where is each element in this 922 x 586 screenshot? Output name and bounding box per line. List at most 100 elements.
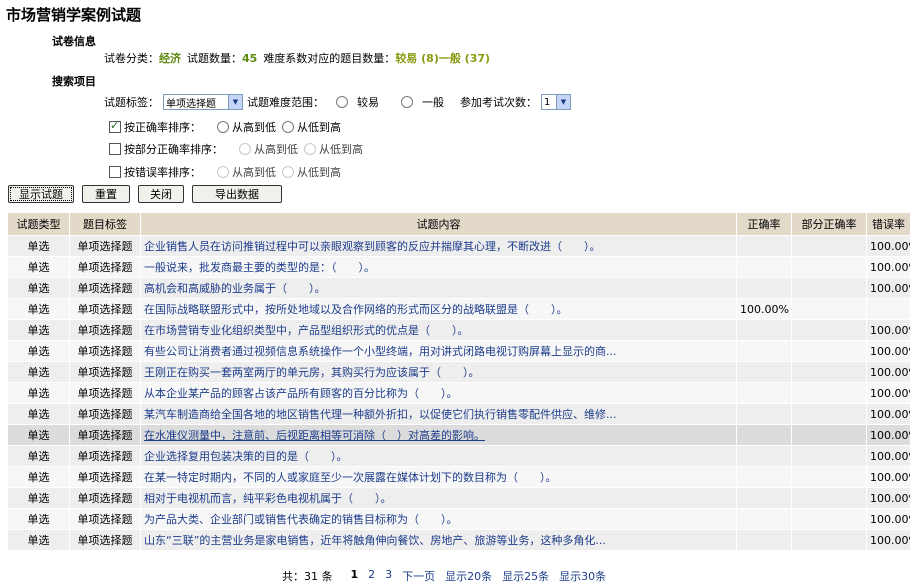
- wrong-high-low-radio[interactable]: [217, 166, 229, 178]
- cell-partial: [791, 319, 867, 341]
- cell-tag: 单项选择题: [69, 382, 141, 404]
- wrong-low-high-label: 从低到高: [297, 166, 341, 179]
- close-button[interactable]: 关闭: [138, 185, 184, 203]
- header-correct[interactable]: 正确率: [736, 212, 792, 236]
- cell-tag: 单项选择题: [69, 424, 141, 446]
- cell-content-link[interactable]: 某汽车制造商给全国各地的地区销售代理一种额外折扣，以促使它们执行销售零配件供应、…: [140, 403, 737, 425]
- partial-high-low-radio[interactable]: [239, 143, 251, 155]
- cell-content-link[interactable]: 山东“三联”的主营业务是家电销售，近年将触角伸向餐饮、房地产、旅游等业务，这种多…: [140, 529, 737, 551]
- sort-wrong-label: 按错误率排序：: [124, 166, 201, 179]
- count-value: 45: [242, 51, 258, 65]
- pagination: 共：31 条 1 2 3 下一页 显示20条 显示25条 显示30条: [282, 568, 616, 584]
- cell-tag: 单项选择题: [69, 235, 141, 257]
- partial-low-high-radio[interactable]: [304, 143, 316, 155]
- sort-partial-checkbox[interactable]: [109, 143, 121, 155]
- cell-wrong: 100.00%: [866, 424, 911, 446]
- cell-content-link[interactable]: 从本企业某产品的顾客占该产品所有顾客的百分比称为（ ）。: [140, 382, 737, 404]
- difficulty-value: 较易 (8)一般 (37): [395, 52, 491, 65]
- cell-partial: [791, 466, 867, 488]
- table-row: 单选 单项选择题 某汽车制造商给全国各地的地区销售代理一种额外折扣，以促使它们执…: [7, 403, 911, 425]
- attempts-select-value: 1: [544, 96, 551, 108]
- table-row: 单选 单项选择题 山东“三联”的主营业务是家电销售，近年将触角伸向餐饮、房地产、…: [7, 529, 911, 551]
- cell-correct: [736, 256, 792, 278]
- table-header-row: 试题类型 题目标签 试题内容 正确率 部分正确率 错误率: [7, 212, 911, 236]
- cell-content-link[interactable]: 在某一特定时期内，不同的人或家庭至少一次展露在媒体计划下的数目称为（ ）。: [140, 466, 737, 488]
- page-1-current: 1: [350, 568, 359, 581]
- cell-partial: [791, 508, 867, 530]
- cell-wrong: 100.00%: [866, 529, 911, 551]
- cell-tag: 单项选择题: [69, 298, 141, 320]
- reset-button[interactable]: 重置: [82, 185, 130, 203]
- next-page-link[interactable]: 下一页: [402, 568, 435, 584]
- sort-partial-label: 按部分正确率排序：: [124, 143, 223, 156]
- page-3-link[interactable]: 3: [385, 568, 392, 584]
- cell-content-link[interactable]: 企业销售人员在访问推销过程中可以亲眼观察到顾客的反应并揣摩其心理，不断改进（ ）…: [140, 235, 737, 257]
- cell-partial: [791, 445, 867, 467]
- cell-partial: [791, 424, 867, 446]
- cell-content-link[interactable]: 高机会和高威胁的业务属于（ ）。: [140, 277, 737, 299]
- cell-content-link[interactable]: 在国际战略联盟形式中，按所处地域以及合作网络的形式而区分的战略联盟是（ ）。: [140, 298, 737, 320]
- correct-high-low-label: 从高到低: [232, 121, 276, 134]
- easy-label: 较易: [357, 96, 379, 109]
- cell-correct: [736, 424, 792, 446]
- page-2-link[interactable]: 2: [368, 568, 375, 584]
- sort-wrong-checkbox[interactable]: [109, 166, 121, 178]
- sort-correct-checkbox[interactable]: [109, 119, 121, 133]
- cell-wrong: 100.00%: [866, 340, 911, 362]
- header-partial[interactable]: 部分正确率: [791, 212, 867, 236]
- cell-partial: [791, 235, 867, 257]
- cell-type: 单选: [7, 466, 70, 488]
- show-25-link[interactable]: 显示25条: [502, 568, 549, 584]
- total-count: 共：31 条: [282, 570, 333, 583]
- cell-content-link[interactable]: 为产品大类、企业部门或销售代表确定的销售目标称为（ ）。: [140, 508, 737, 530]
- cell-tag: 单项选择题: [69, 529, 141, 551]
- correct-high-low-radio[interactable]: [217, 121, 229, 133]
- header-wrong[interactable]: 错误率: [866, 212, 911, 236]
- cell-content-link[interactable]: 企业选择复用包装决策的目的是（ ）。: [140, 445, 737, 467]
- show-30-link[interactable]: 显示30条: [559, 568, 606, 584]
- cell-wrong: 100.00%: [866, 382, 911, 404]
- cell-partial: [791, 340, 867, 362]
- tag-select[interactable]: 单项选择题 ▼: [163, 94, 243, 110]
- cell-content-link[interactable]: 王刚正在购买一套两室两厅的单元房，其购买行为应该属于（ ）。: [140, 361, 737, 383]
- header-tag[interactable]: 题目标签: [69, 212, 141, 236]
- exam-info-line: 试卷分类： 经济 试题数量： 45 难度系数对应的题目数量： 较易 (8)一般 …: [104, 50, 490, 66]
- cell-correct: [736, 361, 792, 383]
- header-content[interactable]: 试题内容: [140, 212, 737, 236]
- table-row: 单选 单项选择题 高机会和高威胁的业务属于（ ）。 100.00%: [7, 277, 911, 299]
- cell-tag: 单项选择题: [69, 466, 141, 488]
- cell-content-link[interactable]: 在水准仪测量中，注意前、后视距离相等可消除（ ）对高差的影响。: [140, 424, 737, 446]
- cell-correct: [736, 487, 792, 509]
- cell-correct: 100.00%: [736, 298, 792, 320]
- cell-content-link[interactable]: 有些公司让消费者通过视频信息系统操作一个小型终端，用对讲式闭路电视订购屏幕上显示…: [140, 340, 737, 362]
- category-value: 经济: [159, 52, 181, 65]
- cell-partial: [791, 487, 867, 509]
- table-row: 单选 单项选择题 在某一特定时期内，不同的人或家庭至少一次展露在媒体计划下的数目…: [7, 466, 911, 488]
- cell-content-link[interactable]: 相对于电视机而言，纯平彩色电视机属于（ ）。: [140, 487, 737, 509]
- table-row: 单选 单项选择题 企业销售人员在访问推销过程中可以亲眼观察到顾客的反应并揣摩其心…: [7, 235, 911, 257]
- attempts-select[interactable]: 1 ▼: [541, 94, 571, 110]
- cell-tag: 单项选择题: [69, 340, 141, 362]
- show-20-link[interactable]: 显示20条: [445, 568, 492, 584]
- chevron-down-icon: ▼: [228, 95, 242, 109]
- cell-content-link[interactable]: 一般说来，批发商最主要的类型的是：（ ）。: [140, 256, 737, 278]
- wrong-low-high-radio[interactable]: [282, 166, 294, 178]
- cell-content-link[interactable]: 在市场营销专业化组织类型中，产品型组织形式的优点是（ ）。: [140, 319, 737, 341]
- cell-wrong: 100.00%: [866, 487, 911, 509]
- easy-radio[interactable]: [336, 96, 348, 108]
- table-row: 单选 单项选择题 在市场营销专业化组织类型中，产品型组织形式的优点是（ ）。 1…: [7, 319, 911, 341]
- table-row: 单选 单项选择题 相对于电视机而言，纯平彩色电视机属于（ ）。 100.00%: [7, 487, 911, 509]
- show-questions-button[interactable]: 显示试题: [8, 185, 74, 203]
- search-heading: 搜索项目: [52, 75, 96, 88]
- cell-correct: [736, 382, 792, 404]
- category-label: 试卷分类：: [104, 52, 159, 65]
- tag-select-value: 单项选择题: [166, 98, 216, 110]
- normal-radio[interactable]: [401, 96, 413, 108]
- cell-tag: 单项选择题: [69, 508, 141, 530]
- correct-low-high-radio[interactable]: [282, 121, 294, 133]
- header-type[interactable]: 试题类型: [7, 212, 70, 236]
- cell-tag: 单项选择题: [69, 487, 141, 509]
- cell-type: 单选: [7, 382, 70, 404]
- export-button[interactable]: 导出数据: [192, 185, 282, 203]
- difficulty-label: 难度系数对应的题目数量：: [263, 52, 396, 65]
